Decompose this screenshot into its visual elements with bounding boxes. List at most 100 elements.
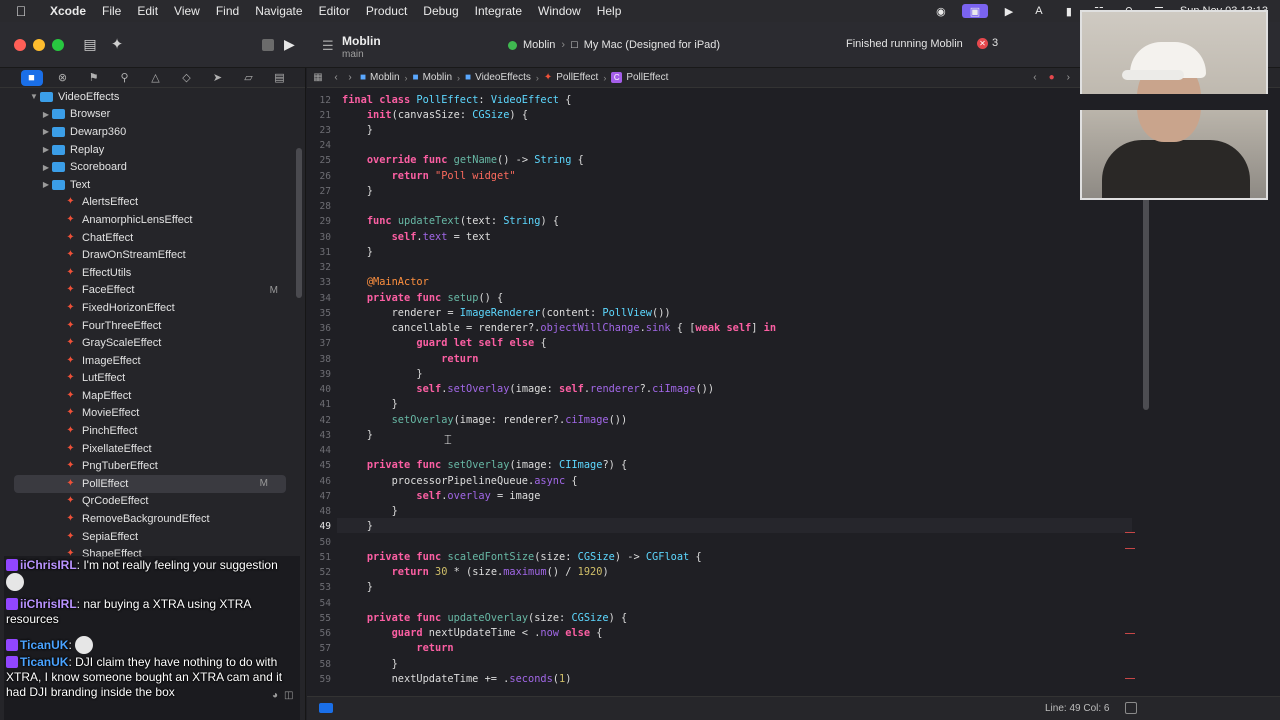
- menu-app[interactable]: Xcode: [42, 4, 94, 18]
- forward-icon[interactable]: ›: [343, 72, 357, 83]
- jumpbar-folder[interactable]: ■ VideoEffects: [462, 72, 534, 83]
- navigator-item[interactable]: ✦ DrawOnStreamEffect: [0, 246, 296, 264]
- swift-file-icon: ✦: [66, 284, 75, 296]
- navigator-item[interactable]: ✦ GrayScaleEffect: [0, 334, 296, 352]
- coding-assistant-icon[interactable]: ✦: [108, 35, 126, 53]
- menu-edit[interactable]: Edit: [129, 4, 166, 18]
- navigator-item[interactable]: ✦ QrCodeEffect: [0, 493, 296, 511]
- close-window-button[interactable]: [14, 39, 26, 51]
- menu-find[interactable]: Find: [208, 4, 247, 18]
- keyboard-input-icon[interactable]: A: [1030, 4, 1048, 18]
- chevron-right-icon[interactable]: ▶: [40, 180, 52, 189]
- tests-tab[interactable]: ◇: [171, 71, 202, 84]
- jumpbar-group[interactable]: ■ Moblin: [410, 72, 456, 83]
- screen-record-icon[interactable]: ▣: [961, 4, 988, 18]
- navigator-item[interactable]: ✦ PixellateEffect: [0, 440, 296, 458]
- next-issue-icon[interactable]: ›: [1067, 72, 1070, 83]
- filter-icon[interactable]: ◕: [272, 690, 278, 701]
- chevron-right-icon[interactable]: ▶: [40, 127, 52, 136]
- bookmarks-tab[interactable]: ⚑: [78, 71, 109, 84]
- jumpbar-file[interactable]: ✦ PollEffect: [541, 72, 601, 83]
- minimize-window-button[interactable]: [33, 39, 45, 51]
- play-status-icon[interactable]: ▶: [1000, 4, 1018, 18]
- sticky-scope-header[interactable]: 12 final class PollEffect: VideoEffect {: [307, 94, 1280, 110]
- navigator-item[interactable]: ▶ Scoreboard: [0, 158, 296, 176]
- debug-tab[interactable]: ➤: [202, 71, 233, 84]
- navigator-item[interactable]: ✦ PollEffect M: [14, 475, 286, 493]
- navigator-item[interactable]: ✦ FourThreeEffect: [0, 317, 296, 335]
- menu-window[interactable]: Window: [530, 4, 589, 18]
- inspector-toggle-icon[interactable]: [1125, 702, 1137, 714]
- code-review-icon[interactable]: ◫: [284, 690, 293, 701]
- navigator-item[interactable]: ✦ EffectUtils: [0, 264, 296, 282]
- breakpoints-tab[interactable]: ▱: [233, 71, 264, 84]
- apple-menu-icon[interactable]: : [0, 3, 42, 19]
- navigator-item[interactable]: ▶ Browser: [0, 106, 296, 124]
- menu-editor[interactable]: Editor: [311, 4, 358, 18]
- battery-icon[interactable]: ▮: [1060, 4, 1078, 18]
- run-destination[interactable]: My Mac (Designed for iPad): [584, 39, 720, 51]
- jumpbar-project[interactable]: ■ Moblin: [357, 72, 403, 83]
- line-number: 57: [319, 643, 331, 655]
- back-icon[interactable]: ‹: [329, 72, 343, 83]
- swift-file-icon: ✦: [66, 231, 75, 243]
- navigator-scrollbar[interactable]: [296, 148, 302, 298]
- navigator-item[interactable]: ✦ SepiaEffect: [0, 528, 296, 546]
- menu-file[interactable]: File: [94, 4, 129, 18]
- chevron-down-icon[interactable]: ▼: [28, 92, 40, 101]
- navigator-item[interactable]: ✦ FaceEffect M: [0, 282, 296, 300]
- chevron-right-icon[interactable]: ▶: [40, 110, 52, 119]
- project-name[interactable]: Moblin: [342, 34, 381, 48]
- swift-file-icon: ✦: [66, 301, 75, 313]
- menu-product[interactable]: Product: [358, 4, 415, 18]
- scheme-name[interactable]: Moblin: [523, 39, 555, 51]
- stop-button[interactable]: [262, 39, 274, 51]
- chevron-right-icon[interactable]: ▶: [40, 163, 52, 172]
- code-line: guard nextUpdateTime < .now else {: [391, 627, 603, 639]
- related-items-icon[interactable]: ▦: [307, 72, 329, 83]
- jumpbar-symbol[interactable]: C PollEffect: [608, 72, 671, 83]
- navigator-item[interactable]: ✦ AnamorphicLensEffect: [0, 211, 296, 229]
- navigator-item[interactable]: ✦ ImageEffect: [0, 352, 296, 370]
- navigator-item[interactable]: ✦ RemoveBackgroundEffect: [0, 510, 296, 528]
- navigator-item[interactable]: ▶ Dewarp360: [0, 123, 296, 141]
- previous-issue-icon[interactable]: ‹: [1033, 72, 1036, 83]
- project-branch[interactable]: main: [342, 49, 364, 60]
- chevron-right-icon[interactable]: ▶: [40, 145, 52, 154]
- sidebar-toggle-icon[interactable]: ▤: [80, 36, 100, 54]
- reports-tab[interactable]: ▤: [264, 71, 295, 84]
- project-navigator-tab[interactable]: ■: [16, 69, 47, 86]
- folder-icon: ■: [412, 72, 419, 83]
- navigator-item[interactable]: ▶ Text: [0, 176, 296, 194]
- navigator-item[interactable]: ✦ MapEffect: [0, 387, 296, 405]
- navigator-item[interactable]: ✦ ChatEffect: [0, 229, 296, 247]
- chat-text: : I'm not really feeling your suggestion: [76, 558, 278, 572]
- navigator-item-label: Dewarp360: [70, 125, 127, 138]
- menu-view[interactable]: View: [166, 4, 208, 18]
- debug-area-toggle[interactable]: [319, 703, 333, 713]
- find-tab[interactable]: ⚲: [109, 71, 140, 84]
- folder-icon: [52, 126, 65, 137]
- menu-debug[interactable]: Debug: [415, 4, 466, 18]
- line-number: 41: [319, 399, 331, 411]
- scheme-selector[interactable]: Moblin › □ My Mac (Designed for iPad): [508, 36, 720, 54]
- navigator-item[interactable]: ✦ FixedHorizonEffect: [0, 299, 296, 317]
- error-badge[interactable]: ✕ 3: [977, 37, 998, 49]
- zoom-window-button[interactable]: [52, 39, 64, 51]
- navigator-item[interactable]: ▼ VideoEffects: [0, 88, 296, 106]
- menu-integrate[interactable]: Integrate: [467, 4, 530, 18]
- navigator-item[interactable]: ✦ MovieEffect: [0, 405, 296, 423]
- navigator-item[interactable]: ✦ LutEffect: [0, 370, 296, 388]
- run-button[interactable]: ▶: [284, 36, 300, 54]
- menu-navigate[interactable]: Navigate: [247, 4, 310, 18]
- issues-tab[interactable]: △: [140, 71, 171, 84]
- navigator-item[interactable]: ▶ Replay: [0, 141, 296, 159]
- focus-icon[interactable]: ◉: [932, 4, 950, 18]
- issue-marker-icon[interactable]: ●: [1049, 72, 1055, 83]
- navigator-item[interactable]: ✦ PinchEffect: [0, 422, 296, 440]
- navigator-item[interactable]: ✦ AlertsEffect: [0, 194, 296, 212]
- swift-file-icon: ✦: [66, 372, 75, 384]
- source-control-tab[interactable]: ⊗: [47, 71, 78, 84]
- menu-help[interactable]: Help: [589, 4, 630, 18]
- navigator-item[interactable]: ✦ PngTuberEffect: [0, 457, 296, 475]
